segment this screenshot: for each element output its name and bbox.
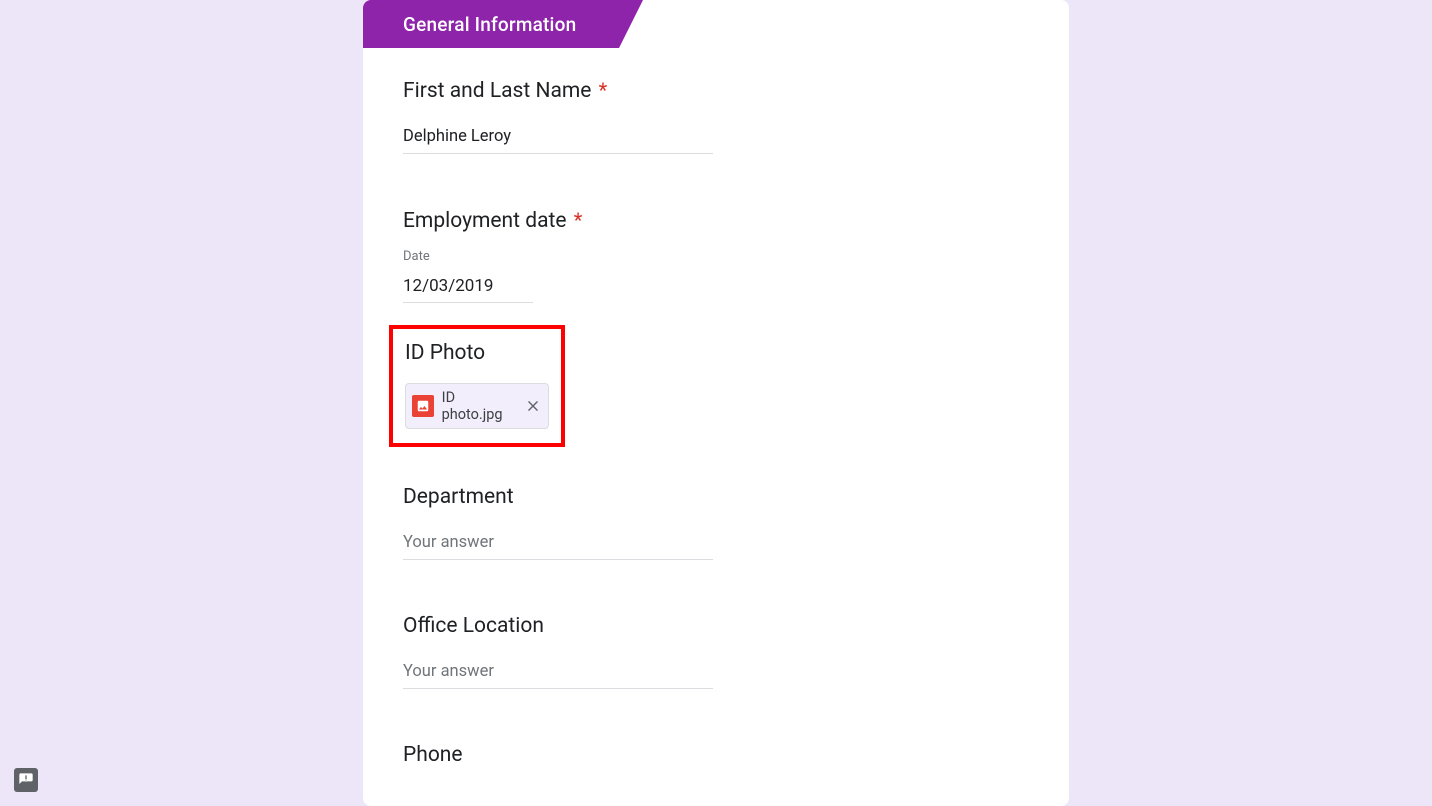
spacer	[363, 572, 1069, 590]
question-idphoto-title: ID Photo	[405, 339, 549, 367]
question-name-title: First and Last Name *	[403, 76, 1029, 105]
department-input[interactable]	[403, 525, 713, 560]
required-star: *	[597, 78, 608, 102]
form-card: General Information First and Last Name …	[363, 0, 1069, 806]
spacer	[363, 166, 1069, 188]
question-name: First and Last Name *	[363, 48, 1069, 166]
question-date-label: Employment date	[403, 209, 567, 233]
question-office-title: Office Location	[403, 612, 1029, 640]
page: General Information First and Last Name …	[0, 0, 1432, 806]
image-file-icon	[412, 395, 434, 417]
question-id-photo-highlight: ID Photo ID photo.jpg	[389, 325, 565, 447]
question-phone-title: Phone	[403, 741, 1029, 769]
question-department-title: Department	[403, 483, 1029, 511]
spacer	[363, 701, 1069, 719]
date-sublabel: Date	[403, 249, 1029, 264]
section-title: General Information	[403, 13, 576, 36]
name-input[interactable]	[403, 119, 713, 154]
uploaded-file-name: ID photo.jpg	[442, 389, 519, 423]
employment-date-input[interactable]	[403, 268, 533, 303]
remove-file-button[interactable]	[524, 397, 542, 415]
feedback-button[interactable]	[14, 768, 38, 792]
question-date-title: Employment date *	[403, 206, 1029, 235]
question-office-location: Office Location	[363, 590, 1069, 701]
question-phone: Phone	[363, 719, 1069, 769]
question-employment-date: Employment date * Date	[363, 188, 1069, 315]
question-department: Department	[363, 447, 1069, 572]
question-name-label: First and Last Name	[403, 79, 591, 103]
office-location-input[interactable]	[403, 654, 713, 689]
uploaded-file-chip[interactable]: ID photo.jpg	[405, 383, 549, 429]
section-header: General Information	[363, 0, 619, 48]
required-star: *	[572, 208, 583, 232]
